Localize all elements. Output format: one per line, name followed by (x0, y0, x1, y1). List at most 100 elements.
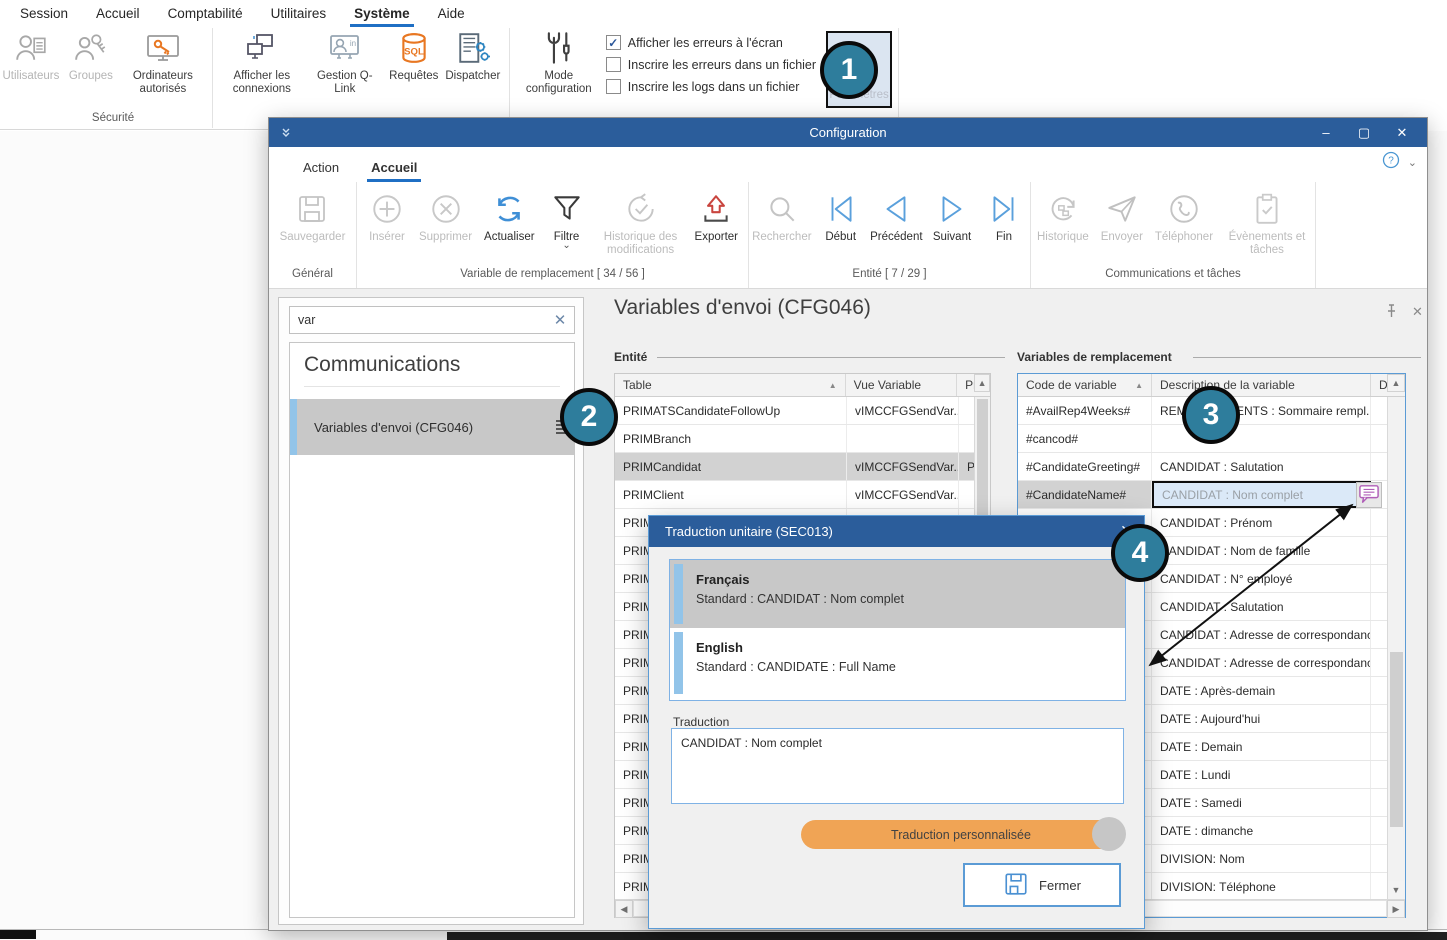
cell-description[interactable]: DIVISION: Nom (1152, 845, 1371, 872)
cell-d[interactable] (1371, 565, 1387, 592)
column-header-vue-variable[interactable]: Vue Variable (846, 374, 957, 396)
scroll-up-icon[interactable]: ▲ (1387, 374, 1405, 392)
ribbon-button-filtre[interactable]: Filtre⌄ (541, 186, 593, 248)
column-header-table[interactable]: Table▲ (615, 374, 846, 396)
cell-table[interactable]: PRIMClient (615, 481, 847, 508)
column-header-d[interactable]: D (1371, 374, 1387, 396)
cell-vue-variable[interactable]: vIMCCFGSendVar... (847, 481, 959, 508)
close-button[interactable]: ✕ (1383, 118, 1421, 147)
checkbox-unchecked-icon[interactable] (606, 79, 621, 94)
ribbon-button-sauvegarder[interactable]: Sauvegarder (274, 186, 352, 244)
cell-d[interactable] (1371, 817, 1387, 844)
traduction-textarea[interactable]: CANDIDAT : Nom complet (671, 728, 1124, 804)
traduction-personnalisee-toggle[interactable]: Traduction personnalisée (801, 820, 1121, 849)
ribbon-button-afficher-les-connexions[interactable]: Afficher les connexions (219, 26, 305, 98)
cell-description[interactable]: CANDIDAT : N° employé (1152, 565, 1371, 592)
cell-d[interactable] (1371, 873, 1387, 900)
scrollbar-thumb[interactable] (977, 399, 988, 519)
ribbon-button-suivant[interactable]: Suivant (926, 186, 978, 244)
ribbon-button-telephoner[interactable]: Téléphoner (1149, 186, 1219, 244)
config-tab-accueil[interactable]: Accueil (355, 152, 433, 182)
ribbon-button-supprimer[interactable]: Supprimer (413, 186, 478, 244)
scroll-up-icon[interactable]: ▲ (974, 374, 990, 392)
entity-row-primatscandidatefollowup[interactable]: PRIMATSCandidateFollowUpvIMCCFGSendVar..… (615, 397, 990, 425)
cell-d[interactable] (1371, 789, 1387, 816)
cell-description[interactable]: DATE : Aujourd'hui (1152, 705, 1371, 732)
ribbon-button-requetes[interactable]: SQLRequêtes (385, 26, 443, 85)
menu-tab-comptabilite[interactable]: Comptabilité (154, 2, 257, 25)
entity-row-primcandidat[interactable]: PRIMCandidatvIMCCFGSendVar...PRO (615, 453, 990, 481)
checkbox-unchecked-icon[interactable] (606, 57, 621, 72)
close-panel-icon[interactable]: ✕ (1412, 304, 1423, 323)
cell-description[interactable]: DATE : dimanche (1152, 817, 1371, 844)
maximize-button[interactable]: ▢ (1345, 118, 1383, 147)
scrollbar-thumb[interactable] (1390, 652, 1403, 827)
ribbon-button-dispatcher[interactable]: Dispatcher (443, 26, 503, 85)
ribbon-button-envoyer[interactable]: Envoyer (1095, 186, 1149, 244)
cell-table[interactable]: PRIMATSCandidateFollowUp (615, 397, 847, 424)
checkbox-inscrire-les-logs-dans-un-fichier[interactable]: Inscrire les logs dans un fichier (606, 79, 816, 94)
cell-vue-variable[interactable]: vIMCCFGSendVar... (847, 453, 959, 480)
menu-tab-aide[interactable]: Aide (424, 2, 479, 25)
ribbon-button-exporter[interactable]: Exporter (689, 186, 744, 244)
cell-description[interactable]: CANDIDAT : Adresse de correspondanc... (1152, 621, 1371, 648)
ribbon-button-evenements-et-taches[interactable]: Évènements et tâches (1219, 186, 1315, 257)
ribbon-button-debut[interactable]: Début (815, 186, 867, 244)
configuration-titlebar[interactable]: Configuration – ▢ ✕ (269, 118, 1427, 147)
scroll-left-icon[interactable]: ◀ (615, 900, 633, 918)
cell-d[interactable] (1371, 733, 1387, 760)
menu-tab-utilitaires[interactable]: Utilitaires (257, 2, 341, 25)
cell-code[interactable]: #cancod# (1018, 425, 1152, 452)
column-header-code[interactable]: Code de variable▲ (1018, 374, 1152, 396)
menu-tab-session[interactable]: Session (6, 2, 82, 25)
ribbon-button-rechercher[interactable]: Rechercher (749, 186, 815, 244)
ribbon-button-inserer[interactable]: Insérer (361, 186, 413, 244)
cell-d[interactable] (1371, 649, 1387, 676)
search-input[interactable] (290, 313, 546, 327)
ribbon-button-mode-configuration[interactable]: Mode configuration (516, 26, 602, 98)
cell-description[interactable]: DATE : Demain (1152, 733, 1371, 760)
cell-description[interactable]: DATE : Lundi (1152, 761, 1371, 788)
ribbon-button-fin[interactable]: Fin (978, 186, 1030, 244)
checkbox-inscrire-les-erreurs-dans-un-fichier[interactable]: Inscrire les erreurs dans un fichier (606, 57, 816, 72)
dialog-titlebar[interactable]: Traduction unitaire (SEC013) ✕ (649, 516, 1144, 547)
cell-code[interactable]: #CandidateGreeting# (1018, 453, 1152, 480)
config-tab-action[interactable]: Action (287, 152, 355, 182)
cell-description[interactable]: CANDIDAT : Adresse de correspondanc... (1152, 649, 1371, 676)
entity-row-primbranch[interactable]: PRIMBranch (615, 425, 990, 453)
cell-description[interactable]: DIVISION: Téléphone (1152, 873, 1371, 900)
cell-d[interactable] (1371, 845, 1387, 872)
cell-d[interactable] (1371, 677, 1387, 704)
cell-description[interactable]: CANDIDAT : Nom de famille (1152, 537, 1371, 564)
ribbon-button-ordinateurs-autorises[interactable]: Ordinateurs autorisés (120, 26, 206, 98)
cell-d[interactable] (1371, 425, 1387, 452)
ribbon-button-groupes[interactable]: Groupes (62, 26, 120, 85)
cell-description-highlighted[interactable]: CANDIDAT : Nom complet (1152, 481, 1371, 508)
menu-tab-accueil[interactable]: Accueil (82, 2, 154, 25)
cell-d[interactable] (1371, 593, 1387, 620)
minimize-button[interactable]: – (1307, 118, 1345, 147)
translate-note-button[interactable] (1356, 482, 1382, 508)
menu-tab-systeme[interactable]: Système (340, 2, 424, 25)
chevron-down-icon[interactable]: ⌄ (1408, 156, 1417, 169)
pin-icon[interactable] (1385, 304, 1398, 323)
column-header-description[interactable]: Description de la variable (1152, 374, 1371, 396)
cell-code[interactable]: #CandidateName# (1018, 481, 1152, 508)
cell-d[interactable] (1371, 705, 1387, 732)
cell-description[interactable]: CANDIDAT : Salutation (1152, 593, 1371, 620)
cell-description[interactable]: DATE : Après-demain (1152, 677, 1371, 704)
sidebar-item-variables-envoi[interactable]: Variables d'envoi (CFG046) (290, 399, 574, 455)
variables-vertical-scrollbar[interactable]: ▼ (1387, 397, 1405, 899)
variable-row-candidatename[interactable]: #CandidateName#CANDIDAT : Nom complet (1018, 481, 1405, 509)
cell-table[interactable]: PRIMCandidat (615, 453, 847, 480)
fermer-button[interactable]: Fermer (963, 863, 1121, 907)
ribbon-button-gestion-q-link[interactable]: inGestion Q-Link (305, 26, 385, 98)
checkbox-checked-icon[interactable]: ✓ (606, 35, 621, 50)
column-header-pro[interactable]: Pro (957, 374, 974, 396)
scroll-right-icon[interactable]: ▶ (1387, 900, 1405, 918)
language-item-francais[interactable]: Français Standard : CANDIDAT : Nom compl… (670, 560, 1125, 628)
cell-description[interactable]: CANDIDAT : Salutation (1152, 453, 1371, 480)
cell-vue-variable[interactable]: vIMCCFGSendVar... (847, 397, 959, 424)
cell-vue-variable[interactable] (847, 425, 959, 452)
cell-code[interactable]: #AvailRep4Weeks# (1018, 397, 1152, 424)
